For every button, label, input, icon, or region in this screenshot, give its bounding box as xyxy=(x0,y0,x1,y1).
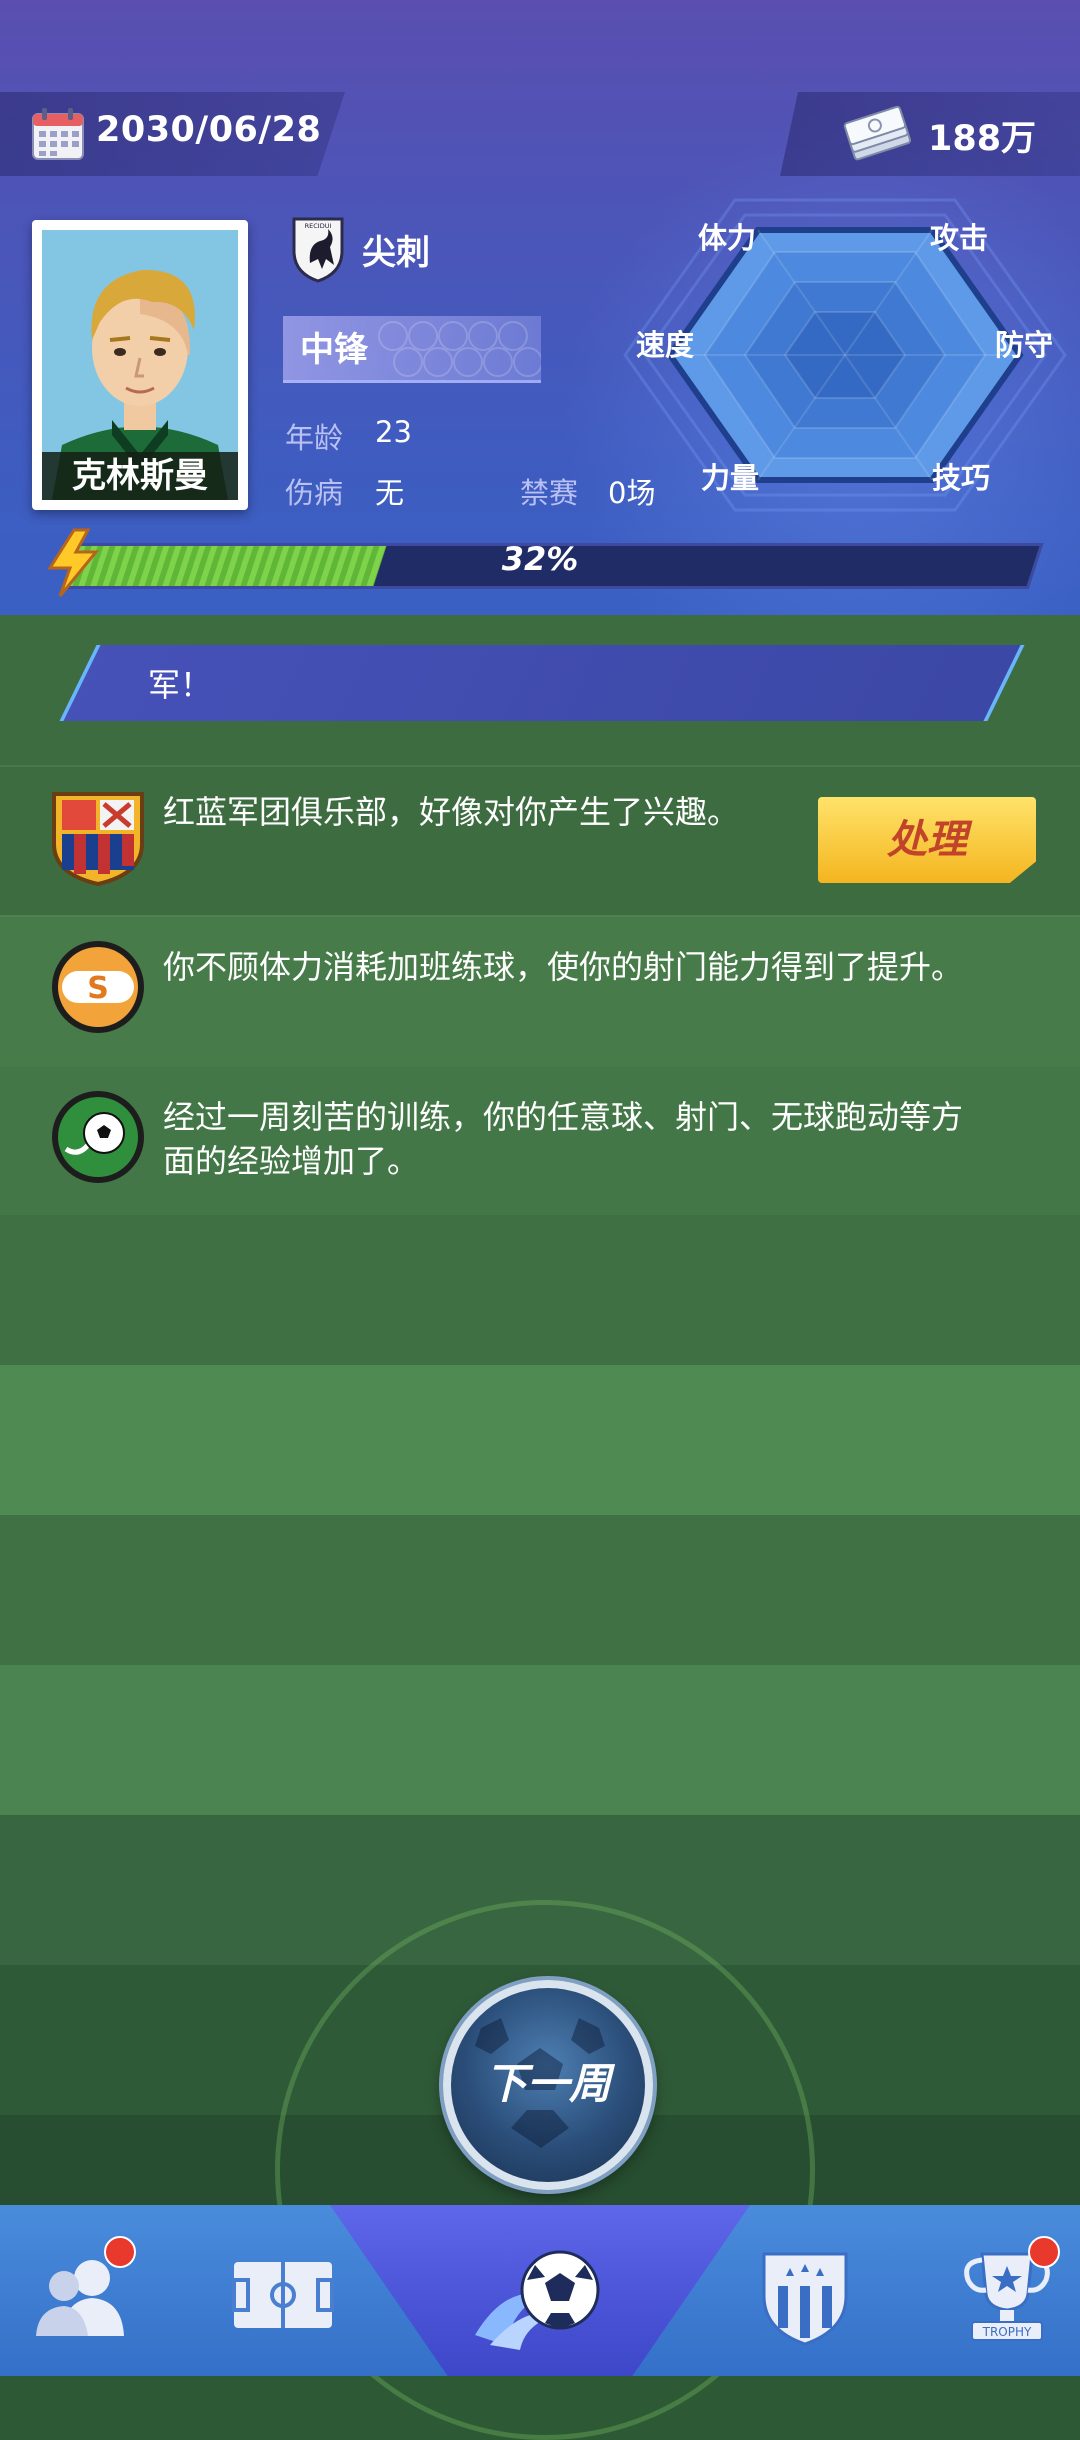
player-name: 克林斯曼 xyxy=(42,452,238,500)
game-date: 2030/06/28 xyxy=(96,110,322,150)
injury-label: 伤病 xyxy=(285,476,344,510)
age-label: 年龄 xyxy=(285,421,344,455)
stat-power: 力量 xyxy=(701,461,760,495)
banner-text: 军！ xyxy=(148,666,213,704)
s-coin-icon: S xyxy=(52,941,144,1033)
handle-button-label: 处理 xyxy=(887,817,967,863)
next-week-label: 下一周 xyxy=(484,2059,611,2108)
injury-value: 无 xyxy=(375,476,405,510)
club-crest-icon xyxy=(52,792,144,886)
handle-button[interactable]: 处理 xyxy=(818,797,1036,883)
energy-percent: 32% xyxy=(501,540,579,578)
ban-label: 禁赛 xyxy=(520,476,579,510)
match-icon[interactable] xyxy=(465,2225,615,2365)
stat-technique: 技巧 xyxy=(932,461,991,495)
player-position: 中锋 xyxy=(300,330,368,370)
age-value: 23 xyxy=(375,415,412,449)
club-badge-icon[interactable] xyxy=(750,2240,860,2350)
lightning-icon xyxy=(47,528,100,597)
team-name: 尖刺 xyxy=(362,233,430,273)
team-crest-icon[interactable]: RECIDUI xyxy=(290,215,346,283)
football-icon xyxy=(52,1091,144,1183)
message-text-3: 经过一周刻苦的训练，你的任意球、射门、无球跑动等方面的经验增加了。 xyxy=(163,1098,964,1180)
money-amount: 188万 xyxy=(928,119,1037,159)
pitch-icon[interactable] xyxy=(228,2240,338,2350)
message-text-2: 你不顾体力消耗加班练球，使你的射门能力得到了提升。 xyxy=(163,948,964,986)
message-row-2[interactable] xyxy=(0,917,1080,1065)
player-avatar-card[interactable]: 克林斯曼 xyxy=(32,220,248,510)
players-notification-badge xyxy=(104,2236,136,2268)
stat-stamina: 体力 xyxy=(698,221,757,255)
trophy-lettering: TROPHY xyxy=(982,2325,1032,2339)
stat-speed: 速度 xyxy=(636,328,695,362)
stat-defense: 防守 xyxy=(995,328,1054,362)
stat-attack: 攻击 xyxy=(930,221,989,255)
crest-lettering: RECIDUI xyxy=(305,222,332,230)
cash-icon[interactable] xyxy=(843,106,913,164)
calendar-icon[interactable] xyxy=(30,106,86,162)
trophy-notification-badge xyxy=(1028,2236,1060,2268)
svg-text:S: S xyxy=(87,971,109,1006)
